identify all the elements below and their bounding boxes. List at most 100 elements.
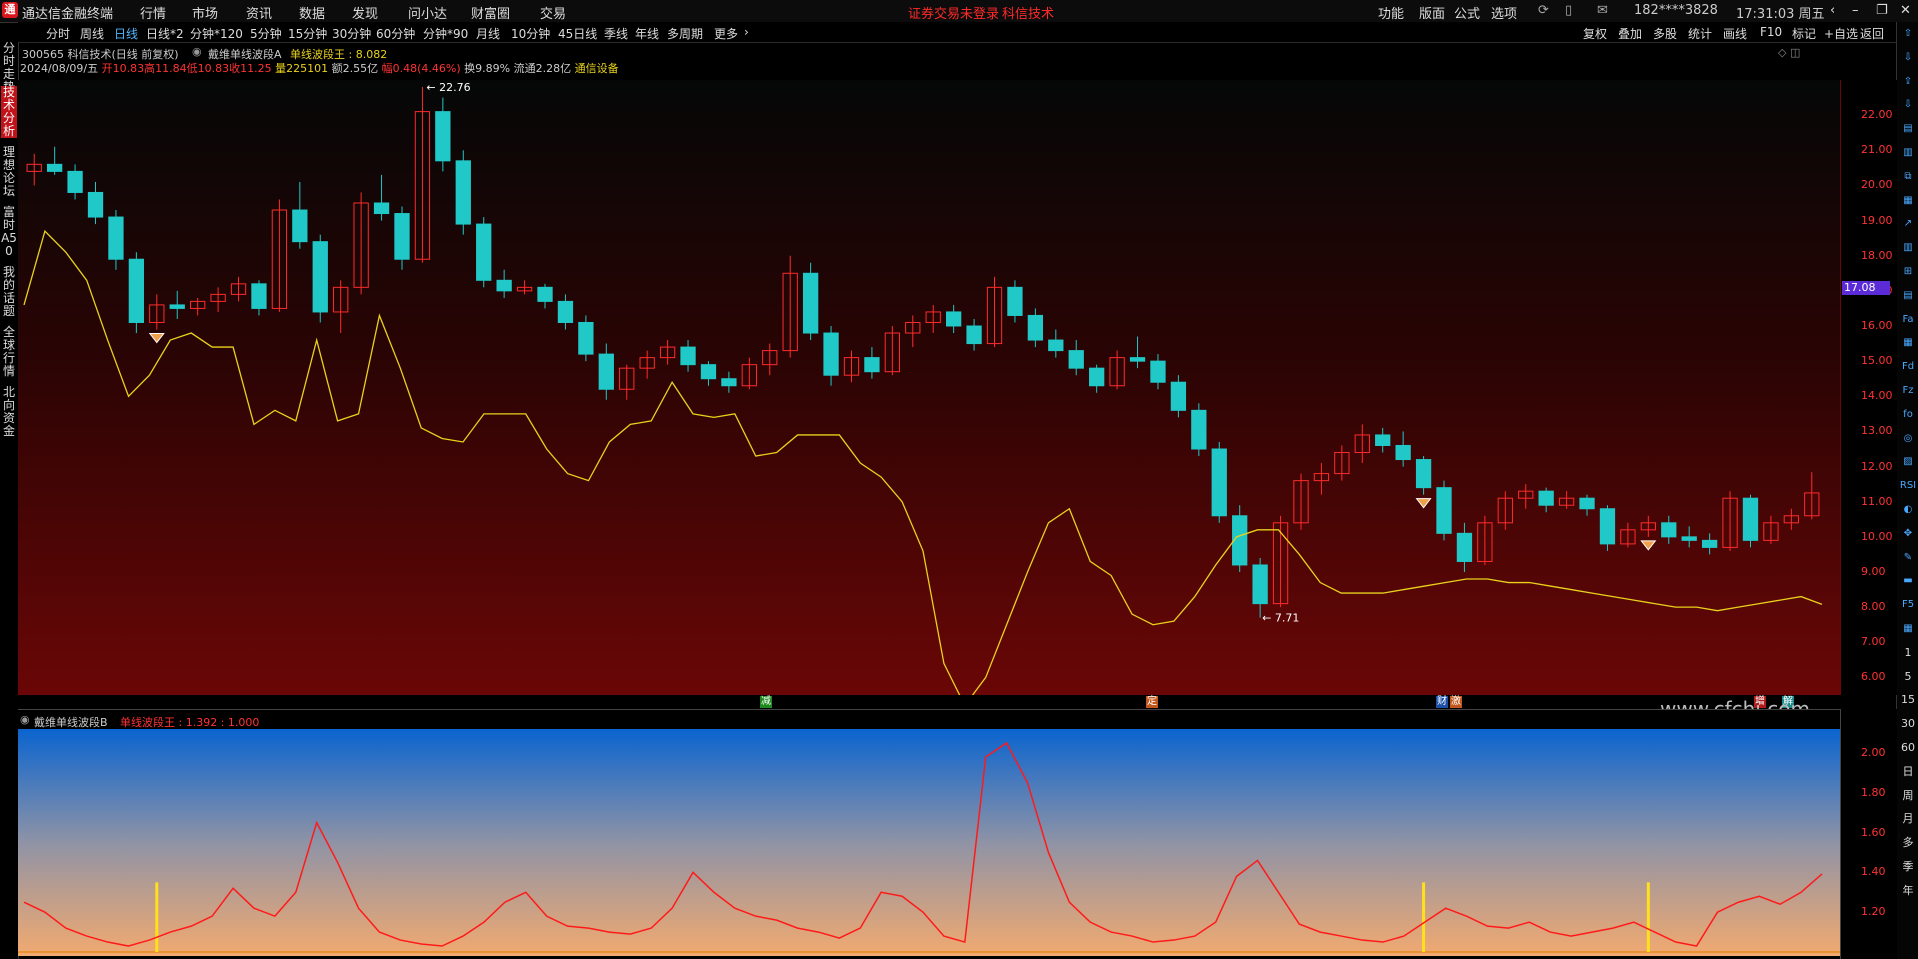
period-tab-2[interactable]: 日线 <box>114 25 138 42</box>
right-tool-7[interactable]: ▦ <box>1899 193 1917 209</box>
event-marker-1[interactable]: 定 <box>1146 696 1158 708</box>
right-tool-36[interactable]: 年 <box>1899 883 1917 899</box>
chart-action-6[interactable]: 标记 <box>1792 25 1816 42</box>
refresh-icon[interactable]: ⟳ <box>1538 3 1549 18</box>
right-tool-15[interactable]: Fz <box>1899 383 1917 399</box>
right-tool-29[interactable]: 30 <box>1899 716 1917 732</box>
left-tab-3[interactable]: 富时A50 <box>1 206 17 258</box>
left-tab-6[interactable]: 北向资金 <box>1 386 17 438</box>
right-tool-8[interactable]: ↗ <box>1899 216 1917 232</box>
right-tool-30[interactable]: 60 <box>1899 740 1917 756</box>
right-tool-10[interactable]: ⊞ <box>1899 264 1917 280</box>
right-tool-31[interactable]: 日 <box>1899 764 1917 780</box>
right-tool-23[interactable]: ▬ <box>1899 573 1917 589</box>
left-tab-1[interactable]: 技术分析 <box>1 86 17 138</box>
left-tab-4[interactable]: 我的话题 <box>1 266 17 318</box>
period-tab-14[interactable]: 年线 <box>635 25 659 42</box>
chart-action-4[interactable]: 画线 <box>1723 25 1747 42</box>
right-tool-9[interactable]: ▥ <box>1899 240 1917 256</box>
close-icon[interactable]: ✕ <box>1900 3 1911 18</box>
right-tool-32[interactable]: 周 <box>1899 788 1917 804</box>
menu-item-7[interactable]: 交易 <box>540 3 566 22</box>
menu-item-4[interactable]: 发现 <box>352 3 378 22</box>
top-right-item-2[interactable]: 公式 <box>1454 3 1480 22</box>
phone-icon[interactable]: ▯ <box>1565 3 1572 18</box>
trade-login-warning[interactable]: 证券交易未登录 <box>908 3 999 22</box>
period-tab-13[interactable]: 季线 <box>604 25 628 42</box>
period-tab-7[interactable]: 30分钟 <box>332 25 371 42</box>
right-tool-27[interactable]: 5 <box>1899 669 1917 685</box>
chart-action-5[interactable]: F10 <box>1760 25 1782 39</box>
right-tool-35[interactable]: 季 <box>1899 859 1917 875</box>
top-right-item-3[interactable]: 选项 <box>1491 3 1517 22</box>
right-tool-6[interactable]: ⧉ <box>1899 169 1917 185</box>
right-tool-3[interactable]: ⇩ <box>1899 97 1917 113</box>
more-chevron-icon[interactable]: › <box>744 25 749 39</box>
right-tool-5[interactable]: ▥ <box>1899 145 1917 161</box>
right-tool-13[interactable]: ▦ <box>1899 335 1917 351</box>
chart-action-3[interactable]: 统计 <box>1688 25 1712 42</box>
mail-icon[interactable]: ✉ <box>1597 3 1608 18</box>
right-tool-0[interactable]: ⇧ <box>1899 26 1917 42</box>
chart-action-1[interactable]: 叠加 <box>1618 25 1642 42</box>
period-tab-10[interactable]: 月线 <box>476 25 500 42</box>
menu-item-0[interactable]: 行情 <box>140 3 166 22</box>
left-tab-5[interactable]: 全球行情 <box>1 326 17 378</box>
menu-item-6[interactable]: 财富圈 <box>471 3 510 22</box>
right-tool-4[interactable]: ▤ <box>1899 121 1917 137</box>
right-tool-28[interactable]: 15 <box>1899 692 1917 708</box>
period-tab-0[interactable]: 分时 <box>46 25 70 42</box>
chart-action-8[interactable]: 返回 <box>1860 25 1884 42</box>
menu-item-5[interactable]: 问小达 <box>408 3 447 22</box>
right-tool-19[interactable]: RSI <box>1899 478 1917 494</box>
right-tool-25[interactable]: ▦ <box>1899 621 1917 637</box>
chart-action-0[interactable]: 复权 <box>1583 25 1607 42</box>
right-tool-21[interactable]: ✥ <box>1899 526 1917 542</box>
right-tool-16[interactable]: fo <box>1899 407 1917 423</box>
indicator-b-toggle-icon[interactable]: ◉ <box>20 713 30 726</box>
top-right-item-1[interactable]: 版面 <box>1419 3 1445 22</box>
right-tool-24[interactable]: F5 <box>1899 597 1917 613</box>
period-tab-3[interactable]: 日线*2 <box>146 25 184 42</box>
period-tab-15[interactable]: 多周期 <box>667 25 703 42</box>
right-tool-34[interactable]: 多 <box>1899 835 1917 851</box>
right-tool-33[interactable]: 月 <box>1899 811 1917 827</box>
event-marker-0[interactable]: 减 <box>760 696 772 708</box>
menu-item-1[interactable]: 市场 <box>192 3 218 22</box>
restore-icon[interactable]: ❐ <box>1876 3 1888 18</box>
quote-sector[interactable]: 通信设备 <box>575 62 619 75</box>
right-tool-18[interactable]: ▨ <box>1899 454 1917 470</box>
right-tool-14[interactable]: Fd <box>1899 359 1917 375</box>
top-right-item-0[interactable]: 功能 <box>1378 3 1404 22</box>
oscillator-chart[interactable] <box>18 729 1840 956</box>
menu-item-2[interactable]: 资讯 <box>246 3 272 22</box>
left-tab-2[interactable]: 理想论坛 <box>1 146 17 198</box>
minimize-icon[interactable]: – <box>1852 3 1859 18</box>
period-tab-5[interactable]: 5分钟 <box>250 25 282 42</box>
menu-item-3[interactable]: 数据 <box>299 3 325 22</box>
account-id[interactable]: 182****3828 <box>1634 3 1718 18</box>
period-tab-12[interactable]: 45日线 <box>558 25 597 42</box>
expand-icon[interactable]: ◇ ◫ <box>1778 46 1800 59</box>
period-tab-1[interactable]: 周线 <box>80 25 104 42</box>
event-marker-3[interactable]: 激 <box>1450 696 1462 708</box>
right-tool-11[interactable]: ▤ <box>1899 288 1917 304</box>
right-tool-12[interactable]: Fa <box>1899 312 1917 328</box>
event-marker-2[interactable]: 财 <box>1436 696 1448 708</box>
right-tool-1[interactable]: ⇩ <box>1899 50 1917 66</box>
period-tab-6[interactable]: 15分钟 <box>288 25 327 42</box>
indicator-a-toggle-icon[interactable]: ◉ <box>192 45 202 58</box>
back-arrow-icon[interactable]: ‹ <box>1830 3 1835 18</box>
right-tool-2[interactable]: ⇪ <box>1899 74 1917 90</box>
right-tool-20[interactable]: ◐ <box>1899 502 1917 518</box>
indicator-b-name[interactable]: 戴维单线波段B <box>34 714 108 730</box>
period-tab-4[interactable]: 分钟*120 <box>190 25 243 42</box>
right-tool-26[interactable]: 1 <box>1899 645 1917 661</box>
price-chart[interactable]: ← 22.76 ← 7.71 <box>18 80 1840 695</box>
chart-action-7[interactable]: +自选 <box>1824 25 1858 42</box>
right-tool-17[interactable]: ◎ <box>1899 431 1917 447</box>
chart-action-2[interactable]: 多股 <box>1653 25 1677 42</box>
period-tab-8[interactable]: 60分钟 <box>376 25 415 42</box>
period-tab-16[interactable]: 更多 <box>714 25 738 42</box>
app-logo-icon[interactable]: 通 <box>2 2 18 18</box>
